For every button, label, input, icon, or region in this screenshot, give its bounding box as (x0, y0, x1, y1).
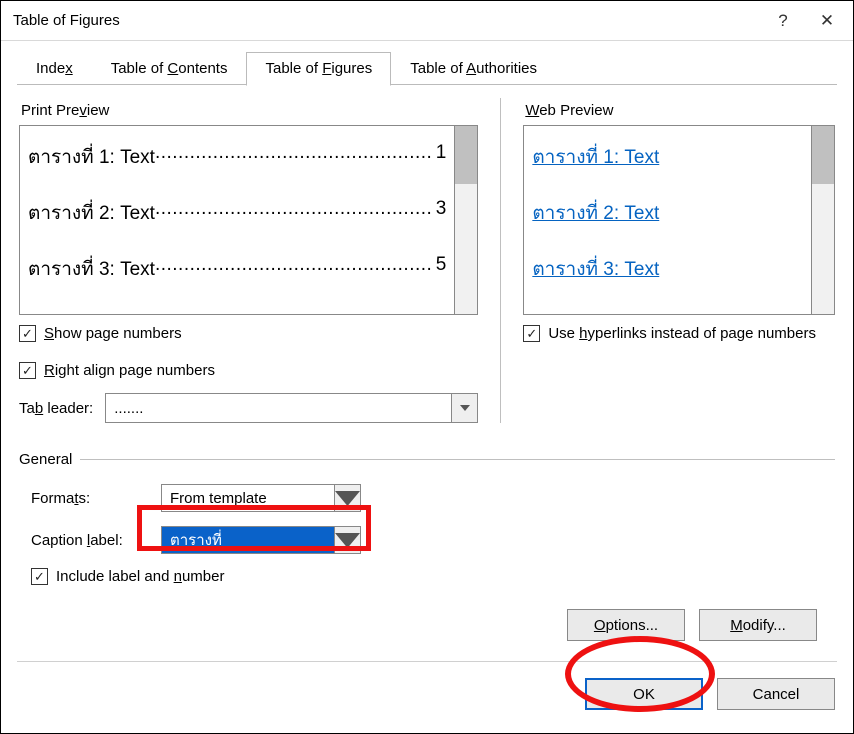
scrollbar-thumb[interactable] (812, 126, 834, 184)
show-page-numbers-row: ✓ Show page numbers (19, 325, 478, 342)
formats-label: Formats: (31, 490, 161, 507)
scrollbar-thumb[interactable] (455, 126, 477, 184)
options-modify-row: Options... Modify... (19, 609, 835, 641)
chevron-down-icon (334, 485, 360, 511)
tab-index[interactable]: Index (17, 52, 92, 86)
include-label-number-row: ✓ Include label and number (31, 568, 835, 585)
left-column: Print Preview ตารางที่ 1: Text .........… (19, 98, 478, 423)
options-button[interactable]: Options... (567, 609, 685, 641)
formats-select[interactable]: From template (161, 484, 361, 512)
footer-divider (17, 661, 837, 662)
close-button[interactable]: ✕ (805, 3, 849, 39)
titlebar: Table of Figures ? ✕ (1, 1, 853, 41)
web-link-3: ตารางที่ 3: Text (532, 254, 803, 284)
tab-table-of-figures[interactable]: Table of Figures (246, 52, 391, 86)
show-page-numbers-checkbox[interactable]: ✓ (19, 325, 36, 342)
cancel-button[interactable]: Cancel (717, 678, 835, 710)
ok-button[interactable]: OK (585, 678, 703, 710)
right-column: Web Preview ตารางที่ 1: Text ตารางที่ 2:… (523, 98, 835, 423)
use-hyperlinks-checkbox[interactable]: ✓ (523, 325, 540, 342)
tab-table-of-contents[interactable]: Table of Contents (92, 52, 247, 86)
help-button[interactable]: ? (761, 3, 805, 39)
tab-underline (17, 84, 837, 85)
right-align-checkbox[interactable]: ✓ (19, 362, 36, 379)
general-label: General (19, 451, 72, 468)
tab-leader-label: Tab leader: (19, 400, 93, 417)
caption-label-select[interactable]: ตารางที่ (161, 526, 361, 554)
tab-leader-row: Tab leader: ....... (19, 393, 478, 423)
preview-line-1: ตารางที่ 1: Text .......................… (28, 142, 446, 172)
use-hyperlinks-row: ✓ Use hyperlinks instead of page numbers (523, 325, 835, 342)
print-preview-scrollbar[interactable] (454, 125, 478, 315)
scrollbar-track (455, 184, 477, 314)
dialog-title: Table of Figures (13, 12, 761, 29)
right-align-row: ✓ Right align page numbers (19, 362, 478, 379)
tab-table-of-authorities[interactable]: Table of Authorities (391, 52, 556, 86)
preview-line-2: ตารางที่ 2: Text .......................… (28, 198, 446, 228)
scrollbar-track (812, 184, 834, 314)
web-link-2: ตารางที่ 2: Text (532, 198, 803, 228)
ok-cancel-row: OK Cancel (1, 678, 853, 710)
general-group-header: General (19, 451, 835, 468)
preview-line-3: ตารางที่ 3: Text .......................… (28, 254, 446, 284)
use-hyperlinks-label: Use hyperlinks instead of page numbers (548, 325, 816, 342)
modify-button[interactable]: Modify... (699, 609, 817, 641)
caption-label-label: Caption label: (31, 532, 161, 549)
web-preview-box: ตารางที่ 1: Text ตารางที่ 2: Text ตารางท… (523, 125, 811, 315)
tab-leader-select[interactable]: ....... (105, 393, 478, 423)
print-preview-label: Print Preview (21, 102, 478, 119)
include-label-number-checkbox[interactable]: ✓ (31, 568, 48, 585)
chevron-down-icon (451, 394, 477, 422)
chevron-down-icon (334, 527, 360, 553)
print-preview-box: ตารางที่ 1: Text .......................… (19, 125, 454, 315)
general-line (80, 459, 835, 460)
web-preview-scrollbar[interactable] (811, 125, 835, 315)
column-divider (500, 98, 501, 423)
web-preview-label: Web Preview (525, 102, 835, 119)
web-link-1: ตารางที่ 1: Text (532, 142, 803, 172)
tabstrip: Index Table of Contents Table of Figures… (1, 41, 853, 85)
right-align-label: Right align page numbers (44, 362, 215, 379)
panel-body: Print Preview ตารางที่ 1: Text .........… (1, 86, 853, 641)
show-page-numbers-label: Show page numbers (44, 325, 182, 342)
include-label-number-label: Include label and number (56, 568, 224, 585)
